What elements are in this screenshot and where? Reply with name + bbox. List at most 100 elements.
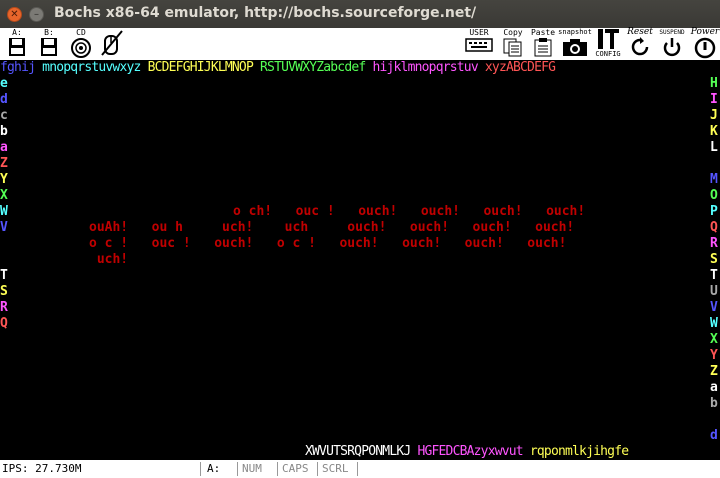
screen-column-char: Y [710,348,718,363]
power-button[interactable]: Power [690,28,720,60]
close-window-button[interactable]: ✕ [7,7,22,22]
screen-column-char: V [0,220,8,235]
close-icon: ✕ [10,8,19,20]
reset-icon [631,37,649,56]
screen-column-char: d [0,92,8,107]
minimize-icon: – [34,8,39,20]
screen-column-char: W [710,316,718,331]
ouch-line-3: o c ! ouc ! ouch! o c ! ouch! ouch! ouch… [89,236,567,251]
cdrom-label: CD [76,28,86,37]
screen-column-char: X [710,332,718,347]
screen-column-char: Z [710,364,718,379]
status-divider [317,462,318,476]
screen-column-char: T [710,268,718,283]
ouch-line-1: o ch! ouc ! ouch! ouch! ouch! ouch! [233,204,586,219]
emulator-screen[interactable]: fghij mnopqrstuvwxyz BCDEFGHIJKLMNOP RST… [0,60,720,460]
copy-label: Copy [503,28,523,37]
status-divider [357,462,358,476]
screen-column-char: M [710,172,718,187]
reset-button[interactable]: Reset [625,28,655,60]
config-icon [598,29,619,49]
screen-column-char: K [710,124,718,139]
ips-readout: IPS: 27.730M [2,462,82,475]
window-title: Bochs x86-64 emulator, http://bochs.sour… [54,5,477,21]
status-divider [237,462,238,476]
screen-column-char: e [0,76,8,91]
paste-label: Paste [530,28,556,37]
num-lock-indicator: NUM [242,462,262,475]
cdrom-button[interactable]: CD [66,28,96,60]
screen-column-char: Y [0,172,8,187]
screen-column-char: S [0,284,8,299]
screen-column-char: W [0,204,8,219]
drive-indicator: A: [207,462,221,475]
screen-text-segment: xyzABCDEFG [484,60,556,75]
screen-column-char: I [710,92,718,107]
status-divider [277,462,278,476]
floppy-b-label: B: [44,28,54,37]
keyboard-icon [465,38,493,52]
screen-text-segment: BCDEFGHIJKLMNOP [147,60,261,75]
power-label: Power [690,27,720,37]
mouse-capture-button[interactable] [98,28,126,60]
screen-column-char: V [710,300,718,315]
screen-column-char: a [710,380,718,395]
floppy-b-icon [41,38,57,56]
screen-text-segment: RSTUVWXYZabcdef [260,60,373,75]
config-label: CONFIG [595,50,621,58]
suspend-label: SUSPEND [659,29,685,36]
screen-column-char: U [710,284,718,299]
screen-column-char: a [0,140,8,155]
ouch-line-2: ouAh! ou h uch! uch ouch! ouch! ouch! ou… [89,220,575,235]
bochs-window: ✕ – Bochs x86-64 emulator, http://bochs.… [0,0,720,478]
screen-text-segment: rqponmlkjihgfe [529,444,629,459]
copy-icon [503,38,522,57]
snapshot-label: snapshot [558,28,592,36]
screen-column-char: R [710,236,718,251]
screen-column-char: O [710,188,718,203]
minimize-window-button[interactable]: – [29,7,44,22]
user-button[interactable]: USER [463,28,495,60]
suspend-icon [663,38,681,57]
screen-column-char: S [710,252,718,267]
screen-column-char: R [0,300,8,315]
power-icon [694,37,716,59]
paste-button[interactable]: Paste [530,28,556,60]
config-button[interactable]: CONFIG [593,28,623,60]
cdrom-icon [71,38,91,58]
screen-column-char: Q [0,316,8,331]
floppy-a-button[interactable]: A: [4,28,30,60]
copy-button[interactable]: Copy [500,28,526,60]
ouch-line-4: uch! [89,252,129,267]
screen-text-segment: fghij [0,60,36,75]
screen-bottom-row: XWVUTSRQPONMLKJ HGFEDCBAzyxwvut rqponmlk… [305,444,629,460]
bochs-toolbar: A: B: CD USER Copy Paste snapshot CONFIG… [0,28,720,61]
screen-column-char: X [0,188,8,203]
caps-lock-indicator: CAPS [282,462,309,475]
screen-column-char: P [710,204,718,219]
screen-column-char: Q [710,220,718,235]
suspend-button[interactable]: SUSPEND [655,28,689,60]
screen-column-char: b [710,396,718,411]
screen-column-char: T [0,268,8,283]
floppy-b-button[interactable]: B: [36,28,62,60]
screen-text-segment: HGFEDCBAzyxwvut [417,444,530,459]
reset-label: Reset [627,27,653,37]
screen-column-char: d [710,428,718,443]
paste-icon [534,38,552,57]
user-label: USER [469,28,489,37]
status-divider [200,462,201,476]
screen-column-char: H [710,76,718,91]
floppy-a-label: A: [12,28,22,37]
camera-icon [563,39,587,56]
floppy-a-icon [9,38,25,56]
screen-column-char: J [710,108,718,123]
snapshot-button[interactable]: snapshot [558,28,592,60]
screen-column-char: Z [0,156,8,171]
screen-text-segment: mnopqrstuvwxyz [35,60,148,75]
title-bar[interactable]: ✕ – Bochs x86-64 emulator, http://bochs.… [0,0,720,28]
mouse-icon [101,30,123,56]
screen-column-char: L [710,140,718,155]
screen-text-segment: XWVUTSRQPONMLKJ [305,444,418,459]
screen-column-char: b [0,124,8,139]
